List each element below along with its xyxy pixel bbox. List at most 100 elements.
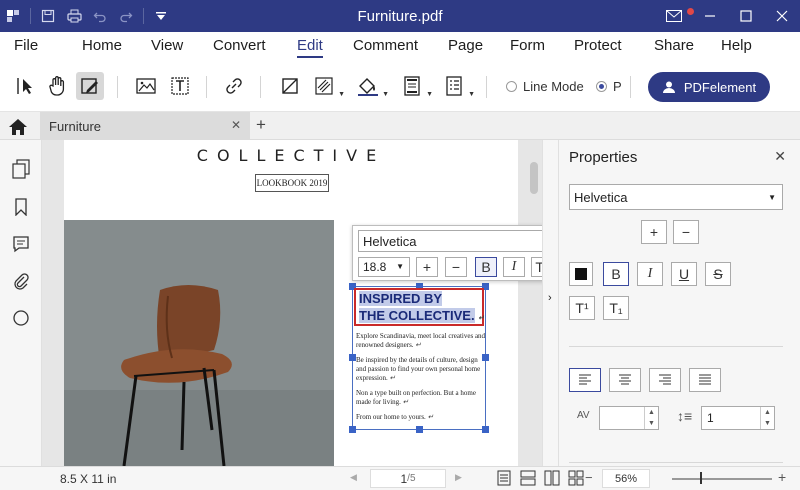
properties-strikethrough-button[interactable]: S — [705, 262, 731, 286]
menu-share[interactable]: Share — [654, 37, 694, 54]
properties-increase-size-button[interactable]: + — [641, 220, 667, 244]
background-icon[interactable]: ▼ — [354, 72, 389, 100]
properties-color-button[interactable] — [569, 262, 593, 286]
home-icon[interactable] — [8, 118, 28, 136]
menu-convert[interactable]: Convert — [213, 37, 266, 54]
thumbnails-icon[interactable] — [10, 158, 32, 180]
title-bar: Furniture.pdf — [0, 0, 800, 32]
select-tool-icon[interactable] — [12, 72, 40, 100]
next-page-icon[interactable]: ▶ — [455, 472, 462, 483]
line-spacing-stepper[interactable]: ▲ ▼ — [760, 407, 774, 429]
paragraph-2: Be inspired by the details of culture, d… — [356, 356, 481, 382]
add-text-icon[interactable] — [166, 72, 194, 100]
line-mode-option[interactable]: Line Mode — [506, 79, 584, 94]
edit-text-tool-icon[interactable] — [76, 72, 104, 100]
justify-button[interactable] — [689, 368, 721, 392]
font-size-select[interactable]: 18.8 ▼ — [358, 257, 410, 277]
paragraph-mode-radio[interactable] — [596, 81, 607, 92]
align-left-button[interactable] — [569, 368, 601, 392]
comment-icon[interactable] — [10, 233, 32, 255]
close-window-button[interactable] — [764, 0, 800, 32]
redo-icon[interactable] — [113, 0, 139, 32]
chevron-down-icon: ▼ — [396, 262, 404, 271]
save-icon[interactable] — [35, 0, 61, 32]
mail-icon[interactable] — [656, 0, 694, 32]
heading-text[interactable]: INSPIRED BY THE COLLECTIVE. ↵ — [359, 290, 484, 327]
menu-view[interactable]: View — [151, 37, 183, 54]
close-properties-icon[interactable]: ✕ — [774, 148, 786, 165]
customize-dropdown-icon[interactable] — [148, 0, 174, 32]
properties-decrease-size-button[interactable]: − — [673, 220, 699, 244]
two-page-view-icon[interactable] — [520, 470, 536, 486]
link-icon[interactable] — [220, 72, 248, 100]
font-family-value: Helvetica — [363, 233, 417, 249]
close-tab-icon[interactable]: ✕ — [231, 118, 241, 132]
attachment-icon[interactable] — [10, 270, 32, 292]
menu-edit[interactable]: Edit — [297, 37, 323, 58]
properties-subscript-button[interactable]: T₁ — [603, 296, 629, 320]
bookmark-icon[interactable] — [10, 196, 32, 218]
previous-page-icon[interactable]: ◀ — [350, 472, 357, 483]
increase-font-button[interactable]: + — [416, 257, 438, 277]
bold-button[interactable]: B — [475, 257, 497, 277]
char-spacing-input[interactable]: ▲ ▼ — [599, 406, 659, 430]
bates-numbering-icon[interactable]: ▼ — [440, 72, 475, 100]
chair-photo[interactable] — [64, 220, 334, 466]
zoom-level-input[interactable]: 56% — [602, 469, 650, 488]
char-spacing-stepper[interactable]: ▲ ▼ — [644, 407, 658, 429]
menu-help[interactable]: Help — [721, 37, 752, 54]
document-canvas[interactable]: COLLECTIVE LOOKBOOK 2019 INSPIRED BY THE — [42, 140, 542, 466]
pdfelement-button[interactable]: PDFelement — [648, 72, 770, 102]
maximize-button[interactable] — [728, 0, 764, 32]
page-number-input[interactable]: 1 /5 — [370, 469, 446, 488]
facing-view-icon[interactable] — [544, 470, 560, 486]
hand-tool-icon[interactable] — [44, 72, 72, 100]
menu-protect[interactable]: Protect — [574, 37, 622, 54]
zoom-in-icon[interactable]: + — [778, 469, 786, 485]
properties-italic-button[interactable]: I — [637, 262, 663, 286]
properties-font-select[interactable]: Helvetica ▼ — [569, 184, 783, 210]
page-size-label: 8.5 X 11 in — [60, 472, 117, 486]
header-footer-icon[interactable]: ▼ — [398, 72, 433, 100]
zoom-out-icon[interactable]: − — [585, 470, 593, 485]
menu-page[interactable]: Page — [448, 37, 483, 54]
watermark-icon[interactable]: ▼ — [310, 72, 345, 100]
add-image-icon[interactable] — [132, 72, 160, 100]
properties-underline-button[interactable]: U — [671, 262, 697, 286]
toolbar-divider — [630, 76, 631, 98]
heading-line-1: INSPIRED BY — [359, 291, 443, 306]
italic-button[interactable]: I — [503, 257, 525, 277]
zoom-slider[interactable] — [672, 478, 772, 480]
grid-view-icon[interactable] — [568, 470, 584, 486]
single-page-view-icon[interactable] — [497, 470, 513, 486]
tab-furniture[interactable]: Furniture ✕ — [40, 112, 250, 140]
toolbar-divider — [206, 76, 207, 98]
align-right-button[interactable] — [649, 368, 681, 392]
zoom-slider-thumb[interactable] — [700, 472, 702, 484]
minimize-button[interactable] — [692, 0, 728, 32]
decrease-font-button[interactable]: − — [445, 257, 467, 277]
search-icon[interactable] — [10, 307, 32, 329]
line-spacing-input[interactable]: 1 ▲ ▼ — [701, 406, 775, 430]
properties-bold-button[interactable]: B — [603, 262, 629, 286]
align-center-button[interactable] — [609, 368, 641, 392]
line-mode-radio[interactable] — [506, 81, 517, 92]
crop-icon[interactable] — [276, 72, 304, 100]
resize-handle[interactable] — [349, 354, 356, 361]
paragraph-mode-option[interactable]: P — [596, 79, 622, 94]
resize-handle[interactable] — [349, 426, 356, 433]
new-tab-icon[interactable]: + — [256, 115, 266, 135]
menu-home[interactable]: Home — [82, 37, 122, 54]
zoom-value: 56% — [614, 472, 638, 485]
vertical-scrollbar[interactable] — [530, 162, 538, 194]
line-spacing-value: 1 — [707, 411, 714, 425]
collapse-panel-icon[interactable]: › — [548, 292, 552, 304]
menu-file[interactable]: File — [14, 37, 38, 54]
print-icon[interactable] — [61, 0, 87, 32]
undo-icon[interactable] — [87, 0, 113, 32]
menu-form[interactable]: Form — [510, 37, 545, 54]
body-paragraphs[interactable]: Explore Scandinavia, meet local creative… — [356, 332, 488, 428]
properties-superscript-button[interactable]: T¹ — [569, 296, 595, 320]
menu-comment[interactable]: Comment — [353, 37, 418, 54]
properties-title: Properties — [569, 149, 638, 166]
